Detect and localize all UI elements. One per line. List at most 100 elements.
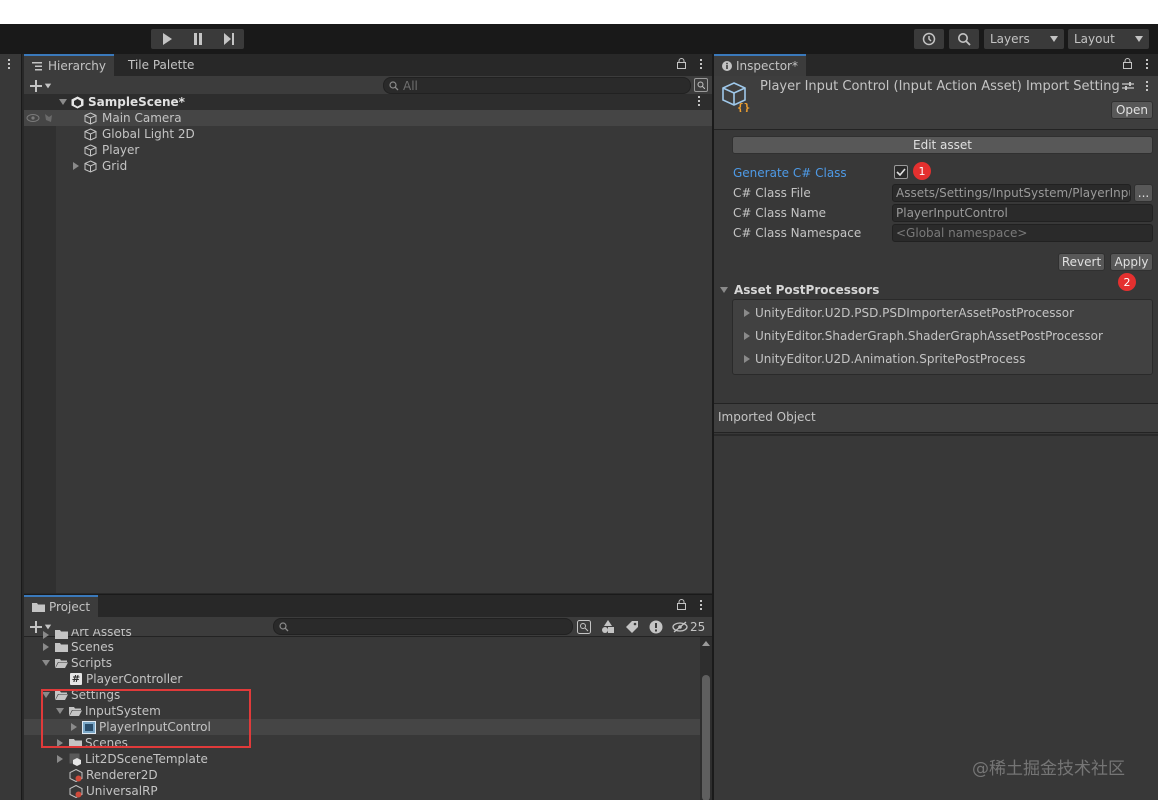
project-item[interactable]: Scripts bbox=[24, 655, 700, 671]
postprocessor-item[interactable]: UnityEditor.U2D.PSD.PSDImporterAssetPost… bbox=[744, 305, 1074, 321]
postprocessors-header[interactable]: Asset PostProcessors bbox=[720, 282, 879, 298]
chevron-down-icon[interactable] bbox=[42, 660, 50, 666]
tab-inspector[interactable]: Inspector* bbox=[714, 54, 806, 76]
revert-button[interactable]: Revert bbox=[1058, 253, 1105, 271]
chevron-down-icon[interactable] bbox=[59, 99, 67, 105]
search-by-type-button[interactable] bbox=[694, 78, 708, 92]
play-controls bbox=[151, 29, 244, 49]
inspector-title: Player Input Control (Input Action Asset… bbox=[760, 79, 1120, 94]
chevron-right-icon[interactable] bbox=[744, 332, 750, 340]
project-item[interactable]: Art Assets bbox=[24, 629, 700, 639]
project-item[interactable]: Lit2DSceneTemplate bbox=[24, 751, 700, 767]
chevron-down-icon bbox=[1050, 36, 1058, 42]
hierarchy-item-label: Main Camera bbox=[102, 111, 182, 125]
lock-icon[interactable] bbox=[677, 58, 686, 69]
chevron-down-icon bbox=[44, 83, 52, 88]
hierarchy-panel: Hierarchy Tile Palette All SampleScene* bbox=[24, 54, 712, 593]
project-item[interactable]: Scenes bbox=[24, 639, 700, 655]
left-edge-panel bbox=[0, 54, 22, 800]
apply-button[interactable]: Apply bbox=[1110, 253, 1153, 271]
imported-object-section: Imported Object bbox=[714, 403, 1158, 433]
project-item[interactable]: UniversalRP bbox=[24, 783, 700, 799]
more-icon[interactable] bbox=[694, 96, 704, 106]
layers-dropdown[interactable]: Layers bbox=[984, 29, 1064, 49]
cube-icon bbox=[84, 143, 97, 157]
more-icon[interactable] bbox=[4, 59, 14, 69]
tab-project[interactable]: Project bbox=[24, 595, 99, 617]
class-namespace-field[interactable]: <Global namespace> bbox=[892, 224, 1153, 242]
search-button[interactable] bbox=[949, 29, 979, 49]
chevron-right-icon[interactable] bbox=[57, 755, 63, 763]
more-icon[interactable] bbox=[696, 599, 706, 610]
step-button[interactable] bbox=[213, 29, 244, 49]
more-icon[interactable] bbox=[1142, 81, 1152, 91]
class-namespace-placeholder: <Global namespace> bbox=[896, 226, 1028, 240]
tab-project-label: Project bbox=[49, 600, 91, 614]
pause-button[interactable] bbox=[182, 29, 213, 49]
project-panel: Project 25 Art Assets Scenes Scripts # P… bbox=[24, 594, 712, 800]
inspector-tabbar: Inspector* bbox=[714, 54, 1158, 76]
scroll-up-arrow[interactable] bbox=[702, 641, 710, 646]
chevron-right-icon[interactable] bbox=[73, 162, 79, 170]
chevron-right-icon[interactable] bbox=[744, 309, 750, 317]
folder-open-icon bbox=[55, 659, 68, 668]
tab-hierarchy[interactable]: Hierarchy bbox=[24, 54, 115, 76]
class-file-field[interactable]: Assets/Settings/InputSystem/PlayerInputC bbox=[892, 184, 1131, 202]
imported-object-label: Imported Object bbox=[718, 410, 816, 424]
project-item-label: Renderer2D bbox=[86, 768, 158, 782]
scrollbar-thumb[interactable] bbox=[702, 675, 710, 800]
project-item[interactable]: Renderer2D bbox=[24, 767, 700, 783]
folder-icon bbox=[55, 630, 68, 639]
visibility-icons[interactable] bbox=[26, 112, 56, 124]
svg-text:{}: {} bbox=[737, 101, 750, 112]
layout-dropdown[interactable]: Layout bbox=[1068, 29, 1149, 49]
checkmark-icon bbox=[896, 168, 906, 176]
lock-icon[interactable] bbox=[1123, 58, 1132, 69]
tab-tile-palette[interactable]: Tile Palette bbox=[120, 54, 202, 76]
scene-template-icon bbox=[69, 753, 81, 766]
hierarchy-item-label: Global Light 2D bbox=[102, 127, 195, 141]
hierarchy-item[interactable]: Player bbox=[24, 142, 712, 158]
chevron-right-icon[interactable] bbox=[744, 355, 750, 363]
preset-icon[interactable] bbox=[1122, 81, 1134, 91]
chevron-right-icon[interactable] bbox=[43, 631, 49, 639]
folder-icon bbox=[32, 603, 45, 612]
history-icon bbox=[922, 32, 936, 46]
browse-button[interactable]: ... bbox=[1134, 184, 1153, 202]
unity-scene-icon bbox=[71, 96, 84, 108]
postprocessor-item[interactable]: UnityEditor.ShaderGraph.ShaderGraphAsset… bbox=[744, 328, 1103, 344]
hierarchy-search-input[interactable]: All bbox=[383, 77, 691, 94]
chevron-right-icon[interactable] bbox=[43, 643, 49, 651]
postprocessor-item[interactable]: UnityEditor.U2D.Animation.SpritePostProc… bbox=[744, 351, 1025, 367]
inspector-tab-actions bbox=[1123, 58, 1152, 69]
generate-class-checkbox[interactable] bbox=[894, 165, 908, 179]
lock-icon[interactable] bbox=[677, 599, 686, 610]
hierarchy-tree: SampleScene* Main Camera Global Light 2D… bbox=[24, 94, 712, 174]
project-item[interactable]: # PlayerController bbox=[24, 671, 700, 687]
edit-asset-button[interactable]: Edit asset bbox=[732, 136, 1153, 154]
project-item-label: Lit2DSceneTemplate bbox=[85, 752, 208, 766]
hierarchy-item[interactable]: Main Camera bbox=[24, 110, 712, 126]
more-icon[interactable] bbox=[696, 58, 706, 69]
scene-label: SampleScene* bbox=[88, 95, 185, 109]
create-button[interactable] bbox=[30, 79, 52, 92]
project-item-label: Scenes bbox=[71, 640, 114, 654]
class-name-field[interactable]: PlayerInputControl bbox=[892, 204, 1153, 222]
tab-tile-palette-label: Tile Palette bbox=[128, 58, 195, 72]
window-top-strip bbox=[0, 0, 1158, 24]
layout-label: Layout bbox=[1074, 32, 1115, 46]
project-item-label: Art Assets bbox=[71, 629, 132, 639]
project-tabbar: Project bbox=[24, 595, 712, 617]
render-pipeline-icon bbox=[69, 784, 83, 798]
scene-row[interactable]: SampleScene* bbox=[24, 94, 712, 110]
history-button[interactable] bbox=[914, 29, 944, 49]
project-scrollbar[interactable] bbox=[700, 637, 712, 800]
play-button[interactable] bbox=[151, 29, 182, 49]
hierarchy-item[interactable]: Grid bbox=[24, 158, 712, 174]
project-tab-actions bbox=[677, 599, 706, 610]
open-button[interactable]: Open bbox=[1111, 101, 1153, 119]
generate-class-label: Generate C# Class bbox=[733, 166, 847, 180]
more-icon[interactable] bbox=[1142, 58, 1152, 69]
inspector-panel: Inspector* {} Player Input Control (Inpu… bbox=[714, 54, 1158, 800]
hierarchy-item[interactable]: Global Light 2D bbox=[24, 126, 712, 142]
